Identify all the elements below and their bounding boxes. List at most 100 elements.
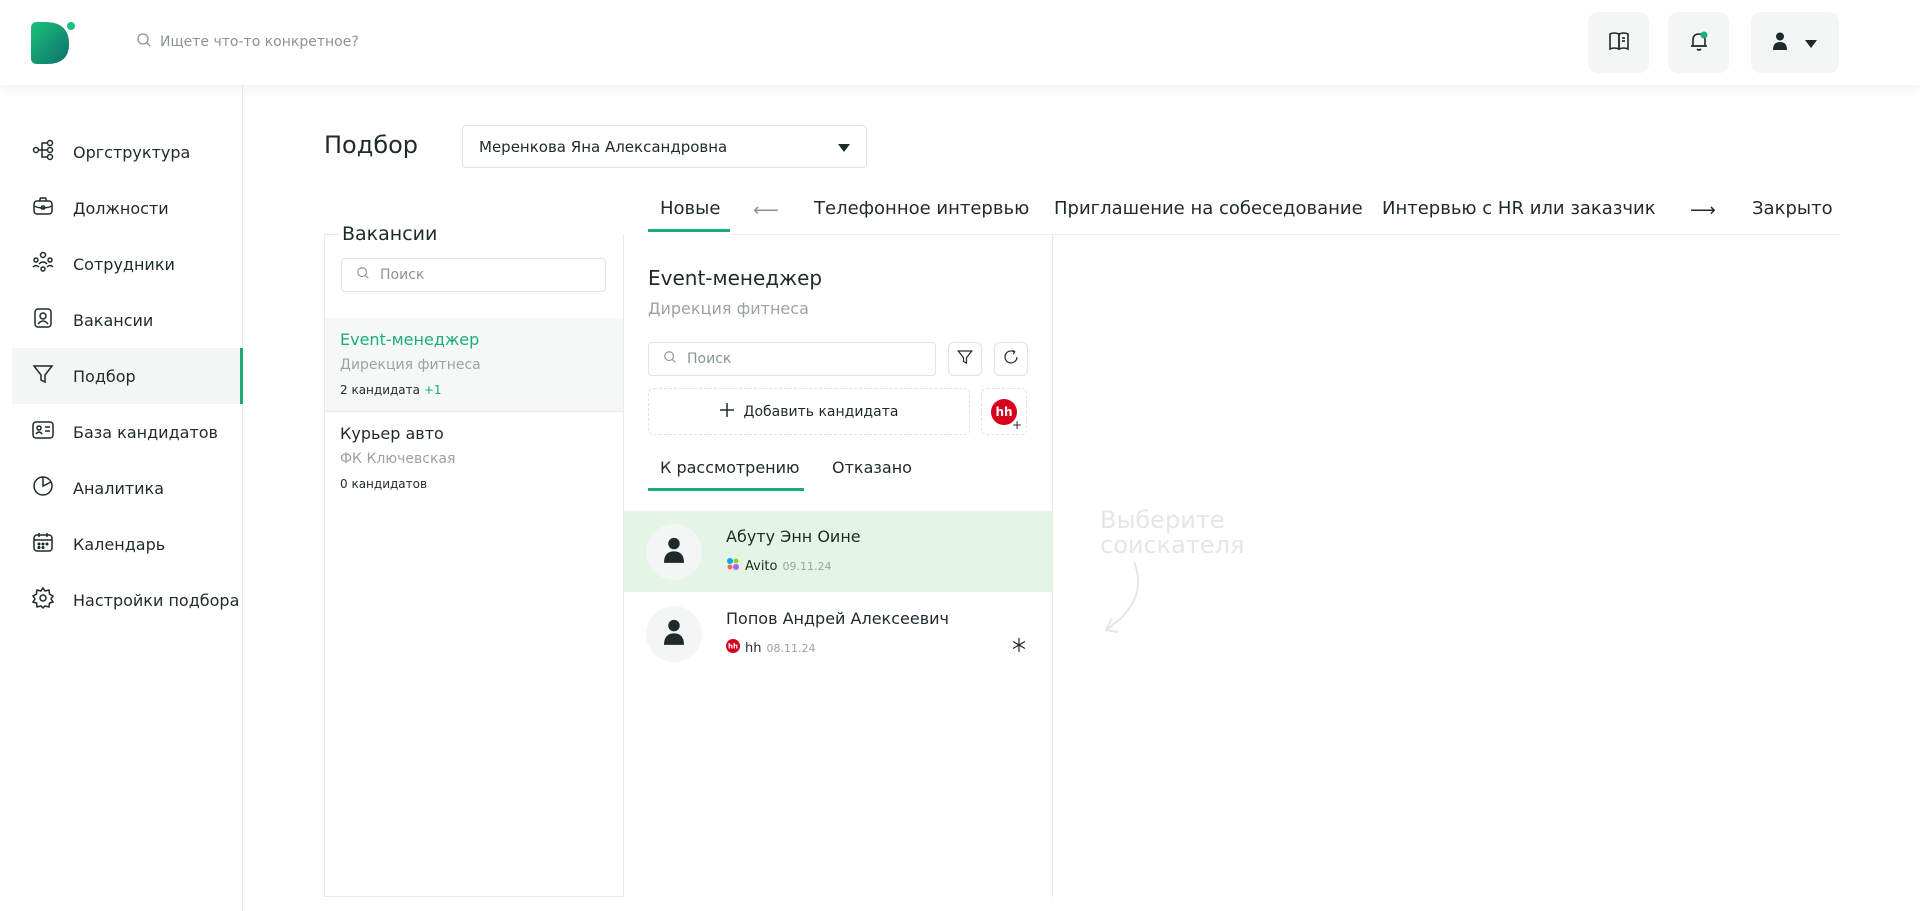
sidebar-item-analytics[interactable]: Аналитика xyxy=(12,460,243,516)
sidebar-item-label: Вакансии xyxy=(73,310,154,330)
active-stage-indicator xyxy=(648,229,730,232)
chevron-down-icon xyxy=(838,138,850,156)
vacancy-name: Курьер авто xyxy=(340,424,444,443)
sidebar-item-org-structure[interactable]: Оргструктура xyxy=(12,124,243,180)
selected-vacancy-title: Event-менеджер xyxy=(648,266,823,290)
search-icon xyxy=(356,266,370,284)
sidebar-item-label: Календарь xyxy=(73,534,166,554)
sidebar-item-label: Аналитика xyxy=(73,478,165,498)
sidebar-item-label: Подбор xyxy=(73,366,136,386)
top-bar: Ищете что-то конкретное? xyxy=(0,0,1920,85)
candidate-source: hh hh 08.11.24 xyxy=(726,639,815,657)
gear-icon xyxy=(31,586,55,614)
candidate-name: Абуту Энн Оине xyxy=(726,527,861,546)
tab-rejected[interactable]: Отказано xyxy=(832,458,912,477)
candidate-name: Попов Андрей Алексеевич xyxy=(726,609,949,628)
tab-stage-invitation[interactable]: Приглашение на собеседование xyxy=(1054,198,1363,219)
sidebar-item-recruiting-settings[interactable]: Настройки подбора xyxy=(12,572,243,628)
vacancy-department: Дирекция фитнеса xyxy=(340,357,481,373)
avito-icon xyxy=(726,557,740,575)
global-search[interactable]: Ищете что-то конкретное? xyxy=(136,32,359,52)
sidebar-item-calendar[interactable]: Календарь xyxy=(12,516,243,572)
import-hh-button[interactable]: hh + xyxy=(981,388,1027,435)
global-search-placeholder: Ищете что-то конкретное? xyxy=(160,34,359,50)
knowledge-base-button[interactable] xyxy=(1588,12,1649,73)
vacancy-icon xyxy=(31,306,55,334)
contact-card-icon xyxy=(31,418,55,446)
candidate-source-name: hh xyxy=(745,640,762,656)
plus-icon: + xyxy=(1011,418,1022,432)
candidate-source-name: Avito xyxy=(745,558,778,574)
tab-under-review[interactable]: К рассмотрению xyxy=(660,458,800,477)
sidebar-item-label: База кандидатов xyxy=(73,422,218,442)
sidebar-item-vacancies[interactable]: Вакансии xyxy=(12,292,243,348)
calendar-icon xyxy=(31,530,55,558)
vacancy-name: Event-менеджер xyxy=(340,330,480,349)
candidate-source: Avito 09.11.24 xyxy=(726,557,831,575)
sidebar-item-label: Сотрудники xyxy=(73,254,175,274)
candidate-date: 09.11.24 xyxy=(782,559,832,573)
bell-icon xyxy=(1687,29,1711,57)
curved-arrow-icon xyxy=(1098,560,1144,640)
funnel-icon xyxy=(956,348,974,370)
sidebar-item-positions[interactable]: Должности xyxy=(12,180,243,236)
search-icon xyxy=(136,32,152,52)
vacancy-candidate-count: 2 кандидата +1 xyxy=(340,383,608,397)
refresh-icon xyxy=(1002,348,1020,370)
sidebar-item-recruiting[interactable]: Подбор xyxy=(12,348,243,404)
notifications-button[interactable] xyxy=(1668,12,1729,73)
vacancy-item-courier[interactable]: Курьер авто ФК Ключевская 0 кандидатов xyxy=(325,412,623,506)
vacancy-search-input[interactable]: Поиск xyxy=(341,258,606,292)
scroll-right-arrow-icon[interactable]: ⟶ xyxy=(1690,200,1716,221)
recruiter-select[interactable]: Меренкова Яна Александровна xyxy=(462,125,867,168)
filter-button[interactable] xyxy=(948,342,982,376)
scroll-left-arrow-icon[interactable]: ⟵ xyxy=(753,200,779,221)
vacancy-item-event-manager[interactable]: Event-менеджер Дирекция фитнеса 2 кандид… xyxy=(325,318,623,412)
candidate-search-placeholder: Поиск xyxy=(687,351,732,367)
vacancies-panel-border xyxy=(324,234,340,235)
funnel-icon xyxy=(31,362,55,390)
hh-icon: hh xyxy=(726,639,740,657)
vacancy-department: ФК Ключевская xyxy=(340,451,456,467)
tab-stage-new[interactable]: Новые xyxy=(660,198,720,219)
sidebar-item-label: Настройки подбора xyxy=(73,590,240,610)
active-subtab-indicator xyxy=(648,488,804,491)
sidebar-item-label: Оргструктура xyxy=(73,142,191,162)
refresh-button[interactable] xyxy=(994,342,1028,376)
vacancy-candidate-count: 0 кандидатов xyxy=(340,477,428,491)
snowflake-icon xyxy=(1012,637,1026,656)
candidate-row[interactable]: Абуту Энн Оине Avito 09.11.24 xyxy=(624,511,1052,592)
plus-icon xyxy=(719,402,734,421)
page-title: Подбор xyxy=(324,131,419,159)
app-logo[interactable] xyxy=(31,22,77,64)
vacancy-new-count: +1 xyxy=(423,383,442,397)
add-candidate-button[interactable]: Добавить кандидата xyxy=(648,388,970,435)
book-icon xyxy=(1607,29,1631,57)
briefcase-icon xyxy=(31,194,55,222)
candidate-search-input[interactable]: Поиск xyxy=(648,342,936,376)
tab-stage-hr-interview[interactable]: Интервью с HR или заказчик xyxy=(1382,198,1656,219)
sidebar-item-candidate-base[interactable]: База кандидатов xyxy=(12,404,243,460)
empty-state-hint: Выберите соискателя xyxy=(1100,508,1244,558)
tab-stage-phone-interview[interactable]: Телефонное интервью xyxy=(814,198,1029,219)
search-icon xyxy=(663,350,677,368)
vacancy-search-placeholder: Поиск xyxy=(380,267,425,283)
svg-text:hh: hh xyxy=(728,643,738,651)
candidate-row[interactable]: Попов Андрей Алексеевич hh hh 08.11.24 xyxy=(624,593,1052,674)
sidebar-item-employees[interactable]: Сотрудники xyxy=(12,236,243,292)
vacancy-count-text: 2 кандидата xyxy=(340,383,420,397)
empty-state-line-2: соискателя xyxy=(1100,531,1245,559)
user-menu-button[interactable] xyxy=(1751,12,1839,73)
employees-icon xyxy=(31,250,55,278)
selected-vacancy-department: Дирекция фитнеса xyxy=(648,299,809,318)
avatar xyxy=(646,606,702,662)
tab-stage-closed[interactable]: Закрыто xyxy=(1752,198,1833,219)
empty-state-line-1: Выберите xyxy=(1100,506,1225,534)
user-icon xyxy=(664,537,684,567)
recruiter-select-value: Меренкова Яна Александровна xyxy=(479,137,728,156)
chevron-down-icon xyxy=(1805,33,1817,52)
vacancies-title: Вакансии xyxy=(340,223,440,245)
candidate-date: 08.11.24 xyxy=(766,641,816,655)
avatar xyxy=(646,524,702,580)
user-icon xyxy=(1773,32,1787,54)
